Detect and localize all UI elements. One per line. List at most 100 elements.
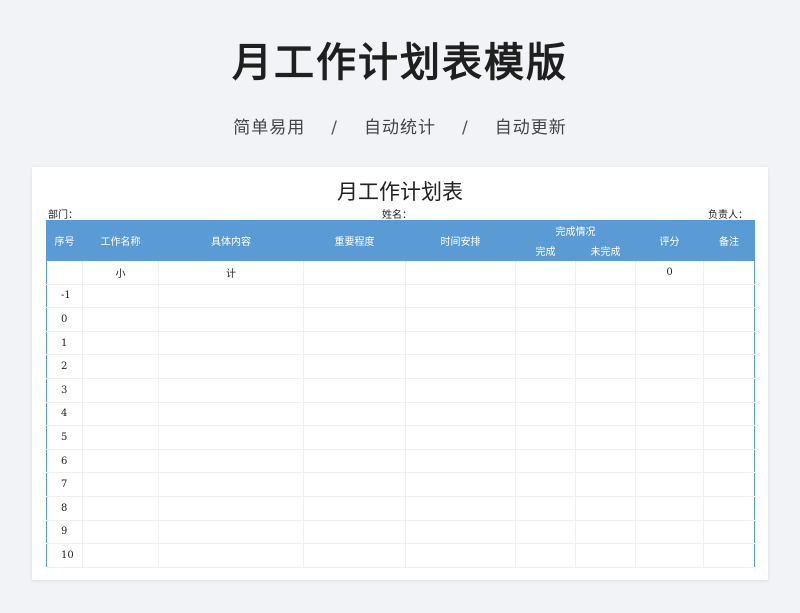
- cell[interactable]: [158, 425, 304, 450]
- cell[interactable]: [405, 354, 516, 379]
- cell[interactable]: [575, 425, 636, 450]
- cell[interactable]: [158, 378, 304, 403]
- cell[interactable]: [515, 307, 576, 332]
- cell[interactable]: [158, 472, 304, 497]
- cell[interactable]: [703, 307, 755, 332]
- row-index[interactable]: 6: [46, 449, 83, 474]
- cell[interactable]: [158, 496, 304, 521]
- cell[interactable]: [303, 260, 406, 285]
- cell[interactable]: [405, 284, 516, 309]
- row-index[interactable]: 5: [46, 425, 83, 450]
- cell[interactable]: [82, 307, 159, 332]
- cell[interactable]: [405, 260, 516, 285]
- cell[interactable]: [515, 449, 576, 474]
- cell[interactable]: [575, 307, 636, 332]
- cell[interactable]: [303, 307, 406, 332]
- cell[interactable]: [158, 520, 304, 545]
- cell[interactable]: [82, 425, 159, 450]
- row-index[interactable]: 0: [46, 307, 83, 332]
- cell[interactable]: [405, 378, 516, 403]
- cell[interactable]: [635, 472, 704, 497]
- subtotal-label-a[interactable]: 小: [82, 260, 159, 285]
- cell[interactable]: [635, 378, 704, 403]
- cell[interactable]: [515, 354, 576, 379]
- cell[interactable]: [575, 520, 636, 545]
- cell[interactable]: [703, 284, 755, 309]
- cell[interactable]: [303, 496, 406, 521]
- cell[interactable]: [635, 496, 704, 521]
- cell[interactable]: [82, 378, 159, 403]
- cell[interactable]: [703, 472, 755, 497]
- cell[interactable]: [46, 260, 83, 285]
- cell[interactable]: [405, 449, 516, 474]
- cell[interactable]: [515, 425, 576, 450]
- row-index[interactable]: 8: [46, 496, 83, 521]
- cell[interactable]: [82, 496, 159, 521]
- cell[interactable]: [635, 331, 704, 356]
- cell[interactable]: [635, 284, 704, 309]
- cell[interactable]: [82, 402, 159, 427]
- cell[interactable]: [405, 307, 516, 332]
- cell[interactable]: [575, 378, 636, 403]
- cell[interactable]: [303, 472, 406, 497]
- cell[interactable]: [303, 520, 406, 545]
- cell[interactable]: [303, 331, 406, 356]
- cell[interactable]: [515, 260, 576, 285]
- cell[interactable]: [635, 425, 704, 450]
- cell[interactable]: [303, 284, 406, 309]
- cell[interactable]: [703, 543, 755, 568]
- cell[interactable]: [515, 402, 576, 427]
- cell[interactable]: [303, 378, 406, 403]
- cell[interactable]: [703, 425, 755, 450]
- cell[interactable]: [703, 378, 755, 403]
- cell[interactable]: [158, 331, 304, 356]
- cell[interactable]: [635, 449, 704, 474]
- cell[interactable]: [575, 354, 636, 379]
- cell[interactable]: [303, 425, 406, 450]
- cell[interactable]: [635, 520, 704, 545]
- subtotal-score[interactable]: 0: [635, 260, 704, 285]
- cell[interactable]: [158, 354, 304, 379]
- subtotal-label-b[interactable]: 计: [158, 260, 304, 285]
- row-index[interactable]: 7: [46, 472, 83, 497]
- cell[interactable]: [303, 354, 406, 379]
- cell[interactable]: [82, 520, 159, 545]
- row-index[interactable]: 3: [46, 378, 83, 403]
- cell[interactable]: [158, 543, 304, 568]
- cell[interactable]: [405, 472, 516, 497]
- cell[interactable]: [575, 260, 636, 285]
- cell[interactable]: [575, 331, 636, 356]
- row-index[interactable]: 4: [46, 402, 83, 427]
- cell[interactable]: [635, 543, 704, 568]
- cell[interactable]: [405, 496, 516, 521]
- row-index[interactable]: 2: [46, 354, 83, 379]
- cell[interactable]: [703, 331, 755, 356]
- cell[interactable]: [303, 449, 406, 474]
- cell[interactable]: [703, 402, 755, 427]
- cell[interactable]: [703, 449, 755, 474]
- cell[interactable]: [635, 307, 704, 332]
- cell[interactable]: [82, 449, 159, 474]
- cell[interactable]: [703, 260, 755, 285]
- cell[interactable]: [405, 331, 516, 356]
- cell[interactable]: [158, 402, 304, 427]
- cell[interactable]: [703, 354, 755, 379]
- cell[interactable]: [303, 543, 406, 568]
- cell[interactable]: [303, 402, 406, 427]
- cell[interactable]: [515, 496, 576, 521]
- cell[interactable]: [158, 307, 304, 332]
- cell[interactable]: [575, 402, 636, 427]
- cell[interactable]: [635, 402, 704, 427]
- row-index[interactable]: -1: [46, 284, 83, 309]
- cell[interactable]: [515, 520, 576, 545]
- cell[interactable]: [158, 284, 304, 309]
- cell[interactable]: [82, 543, 159, 568]
- cell[interactable]: [575, 496, 636, 521]
- cell[interactable]: [515, 284, 576, 309]
- cell[interactable]: [703, 520, 755, 545]
- cell[interactable]: [575, 543, 636, 568]
- row-index[interactable]: 10: [46, 543, 83, 568]
- cell[interactable]: [405, 425, 516, 450]
- cell[interactable]: [515, 331, 576, 356]
- cell[interactable]: [575, 449, 636, 474]
